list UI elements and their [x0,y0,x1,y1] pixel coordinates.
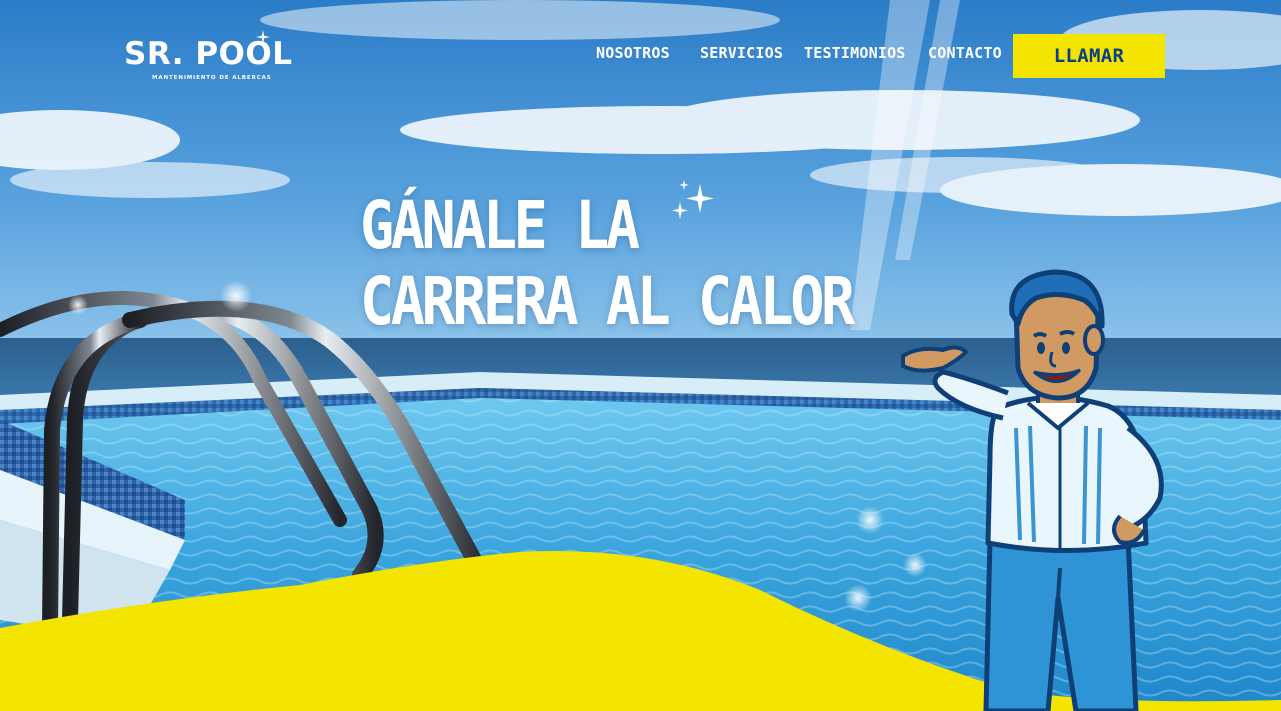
hero-section: SR. POOL MANTENIMIENTO DE ALBERCAS NOSOT… [0,0,1281,711]
nav-link-servicios[interactable]: SERVICIOS [700,44,783,62]
sparkle-icon [672,180,714,219]
hero-headline: GÁNALE LA CARRERA AL CALOR [360,187,855,340]
brand-tagline: MANTENIMIENTO DE ALBERCAS [152,75,272,81]
nav-link-nosotros[interactable]: NOSOTROS [596,44,670,62]
nav-link-testimonios[interactable]: TESTIMONIOS [804,44,906,62]
headline-line-2: CARRERA AL CALOR [360,263,855,340]
mascot-illustration [901,269,1164,711]
nav-link-contacto[interactable]: CONTACTO [928,44,1002,62]
headline-line-1: GÁNALE LA [360,187,640,264]
call-button[interactable]: LLAMAR [1013,34,1165,78]
logo-sparkle-icon [256,30,270,44]
